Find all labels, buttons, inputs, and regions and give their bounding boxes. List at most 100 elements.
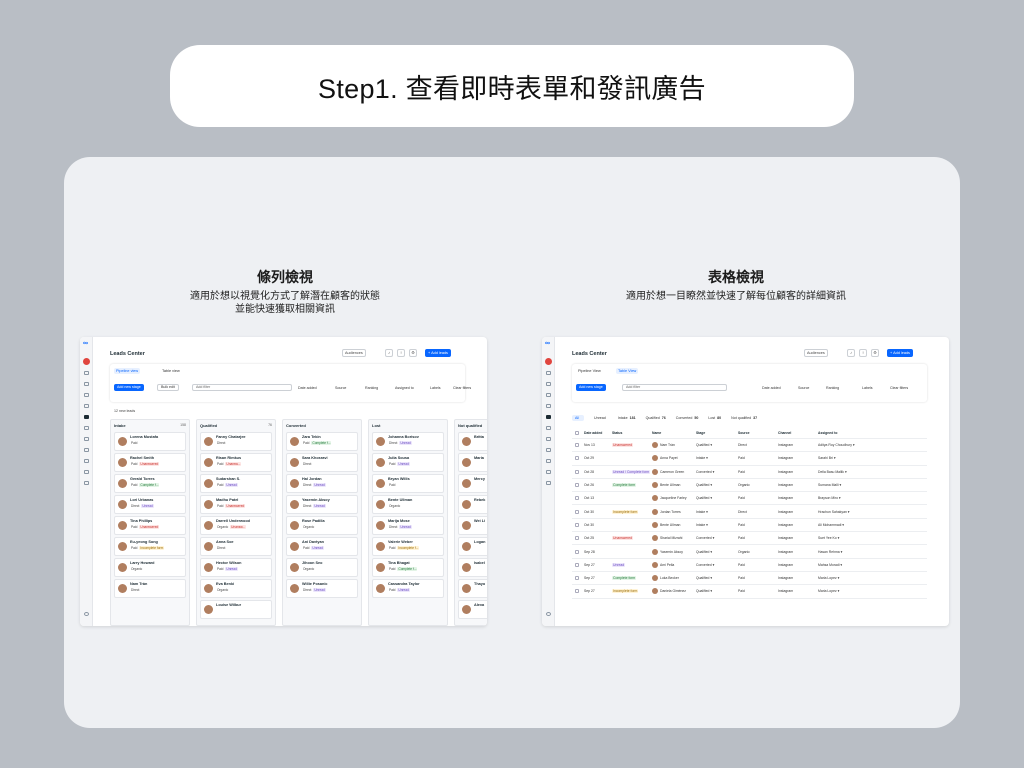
- lead-card[interactable]: Ani Davtyan Paid Unread: [286, 537, 358, 556]
- lead-card[interactable]: Eu-yeong Song Paid Incomplete form: [114, 537, 186, 556]
- search-input[interactable]: Add filter: [192, 384, 292, 391]
- chart-icon[interactable]: [546, 459, 551, 463]
- filter-source[interactable]: Source: [335, 386, 346, 390]
- table-cell[interactable]: Intake ▾: [696, 456, 738, 460]
- table-cell[interactable]: Maria Lopez ▾: [818, 576, 876, 580]
- grid-icon[interactable]: [84, 437, 89, 441]
- table-row[interactable]: Oct 13 Jacqueline Farley Qualified ▾ Paid In…: [572, 492, 927, 506]
- leads-icon[interactable]: [546, 415, 551, 419]
- lead-card[interactable]: Mercy: [458, 474, 487, 493]
- table-row[interactable]: Sep 27 Unread Ami Pella Converted ▾ Paid Inst…: [572, 559, 927, 572]
- filter-ranking[interactable]: Ranking: [365, 386, 378, 390]
- lead-card[interactable]: Tina Bhagat Paid Complete f...: [372, 558, 444, 577]
- lead-card[interactable]: Risan Rimkus Paid Unansw...: [200, 453, 272, 472]
- row-checkbox[interactable]: [575, 496, 579, 501]
- filter-ranking[interactable]: Ranking: [826, 386, 839, 390]
- help-icon[interactable]: [546, 612, 551, 616]
- lead-card[interactable]: Jihoon Seo Organic: [286, 558, 358, 577]
- lead-card[interactable]: Lori Urbanas Direct Unread: [114, 495, 186, 514]
- lead-card[interactable]: Rose Padilla Organic: [286, 516, 358, 535]
- lead-card[interactable]: Louise Wilbur: [200, 600, 272, 619]
- chat-icon[interactable]: [84, 404, 89, 408]
- settings-icon[interactable]: ⚙: [409, 349, 417, 357]
- row-checkbox[interactable]: [575, 509, 579, 514]
- row-checkbox[interactable]: [575, 589, 579, 594]
- lead-card[interactable]: Sara Khosravi Direct: [286, 453, 358, 472]
- column-header[interactable]: Status: [612, 431, 652, 435]
- table-row[interactable]: Sep 28 Yasemin Aksoy Qualified ▾ Organic Ins…: [572, 545, 927, 559]
- tab-pipeline-view[interactable]: Pipeline View: [576, 368, 603, 374]
- tab-pipeline-view[interactable]: Pipeline view: [114, 368, 141, 374]
- tag-icon[interactable]: [84, 426, 89, 430]
- tab-table-view[interactable]: Table view: [160, 368, 182, 374]
- megaphone-icon[interactable]: [84, 448, 89, 452]
- add-stage-button[interactable]: Add new stage: [114, 384, 144, 391]
- card-icon[interactable]: [546, 470, 551, 474]
- lead-card[interactable]: Julia Sousa Paid Unread: [372, 453, 444, 472]
- row-checkbox[interactable]: [575, 562, 579, 567]
- stage-tab[interactable]: Qualified 76: [646, 416, 666, 420]
- lead-card[interactable]: Lorena Mustafa Paid: [114, 432, 186, 451]
- table-cell[interactable]: Aditya Roy Choudhury ▾: [818, 443, 876, 447]
- table-row[interactable]: Oct 28 Unread / Complete form Cameron Gree…: [572, 466, 927, 479]
- column-header[interactable]: Assigned to: [818, 431, 876, 435]
- filter-labels[interactable]: Labels: [430, 386, 441, 390]
- lead-card[interactable]: Johanna Borisov Direct Unread: [372, 432, 444, 451]
- add-stage-button[interactable]: Add new stage: [576, 384, 606, 391]
- row-checkbox[interactable]: [575, 469, 579, 474]
- lead-card[interactable]: Valerie Weber Paid Incomplete f...: [372, 537, 444, 556]
- row-checkbox[interactable]: [575, 549, 579, 554]
- table-cell[interactable]: Sumana Malli ▾: [818, 483, 876, 487]
- lead-card[interactable]: Wei Li: [458, 516, 487, 535]
- add-leads-button[interactable]: + Add leads: [425, 349, 451, 357]
- table-row[interactable]: Oct 30 Bente Ullman Intake ▾ Paid Instagram A…: [572, 519, 927, 533]
- bell-icon[interactable]: ♪: [847, 349, 855, 357]
- menu-icon[interactable]: [84, 481, 89, 485]
- clock-icon[interactable]: [84, 393, 89, 397]
- lead-card[interactable]: Eva Benki Organic: [200, 579, 272, 598]
- table-cell[interactable]: Suet Yee Ko ▾: [818, 536, 876, 540]
- clear-filters-button[interactable]: Clear filters: [890, 386, 908, 390]
- table-row[interactable]: Oct 26 Complete form Bente Ullman Qualified…: [572, 479, 927, 493]
- lead-card[interactable]: Cassandra Taylor Paid Unread: [372, 579, 444, 598]
- help-icon[interactable]: [84, 612, 89, 616]
- select-all-checkbox[interactable]: [575, 430, 579, 435]
- lead-card[interactable]: Maria: [458, 453, 487, 472]
- lead-card[interactable]: Thayo: [458, 579, 487, 598]
- column-header[interactable]: Stage: [696, 431, 738, 435]
- menu-icon[interactable]: [546, 481, 551, 485]
- avatar[interactable]: [545, 358, 552, 365]
- stage-tab[interactable]: All: [572, 415, 584, 421]
- lead-card[interactable]: Gerald Torres Paid Complete f...: [114, 474, 186, 493]
- home-icon[interactable]: [546, 371, 551, 375]
- filter-date-added[interactable]: Date added: [298, 386, 317, 390]
- add-leads-button[interactable]: + Add leads: [887, 349, 913, 357]
- tag-icon[interactable]: [546, 426, 551, 430]
- settings-icon[interactable]: ⚙: [871, 349, 879, 357]
- alert-icon[interactable]: !: [397, 349, 405, 357]
- bell-icon[interactable]: [84, 382, 89, 386]
- alert-icon[interactable]: !: [859, 349, 867, 357]
- lead-card[interactable]: Nam Trần Direct: [114, 579, 186, 598]
- leads-icon[interactable]: [84, 415, 89, 419]
- row-checkbox[interactable]: [575, 522, 579, 527]
- lead-card[interactable]: Zara Tekin Paid Complete f...: [286, 432, 358, 451]
- row-checkbox[interactable]: [575, 536, 579, 541]
- row-checkbox[interactable]: [575, 443, 579, 448]
- card-icon[interactable]: [84, 470, 89, 474]
- column-header[interactable]: Name: [652, 431, 696, 435]
- table-cell[interactable]: Hasan Rehma ▾: [818, 550, 876, 554]
- table-row[interactable]: Sep 27 Incomplete form Daniela Giménez Qual…: [572, 585, 927, 599]
- lead-card[interactable]: Bente Ullman Organic: [372, 495, 444, 514]
- table-row[interactable]: Oct 25 Unanswered Sharial Mizrahi Converted…: [572, 532, 927, 546]
- table-cell[interactable]: Qualified ▾: [696, 496, 738, 500]
- lead-card[interactable]: Madhu Patel Paid Unanswered: [200, 495, 272, 514]
- lead-card[interactable]: Darrell Underwood Organic Unansw...: [200, 516, 272, 535]
- lead-card[interactable]: Hector Wilson Paid Unread: [200, 558, 272, 577]
- table-cell[interactable]: Maria Lopez ▾: [818, 589, 876, 593]
- stage-tab[interactable]: Unread: [594, 416, 608, 420]
- clock-icon[interactable]: [546, 393, 551, 397]
- stage-tab[interactable]: Intake 181: [618, 416, 636, 420]
- table-cell[interactable]: Qualified ▾: [696, 576, 738, 580]
- table-cell[interactable]: Converted ▾: [696, 563, 738, 567]
